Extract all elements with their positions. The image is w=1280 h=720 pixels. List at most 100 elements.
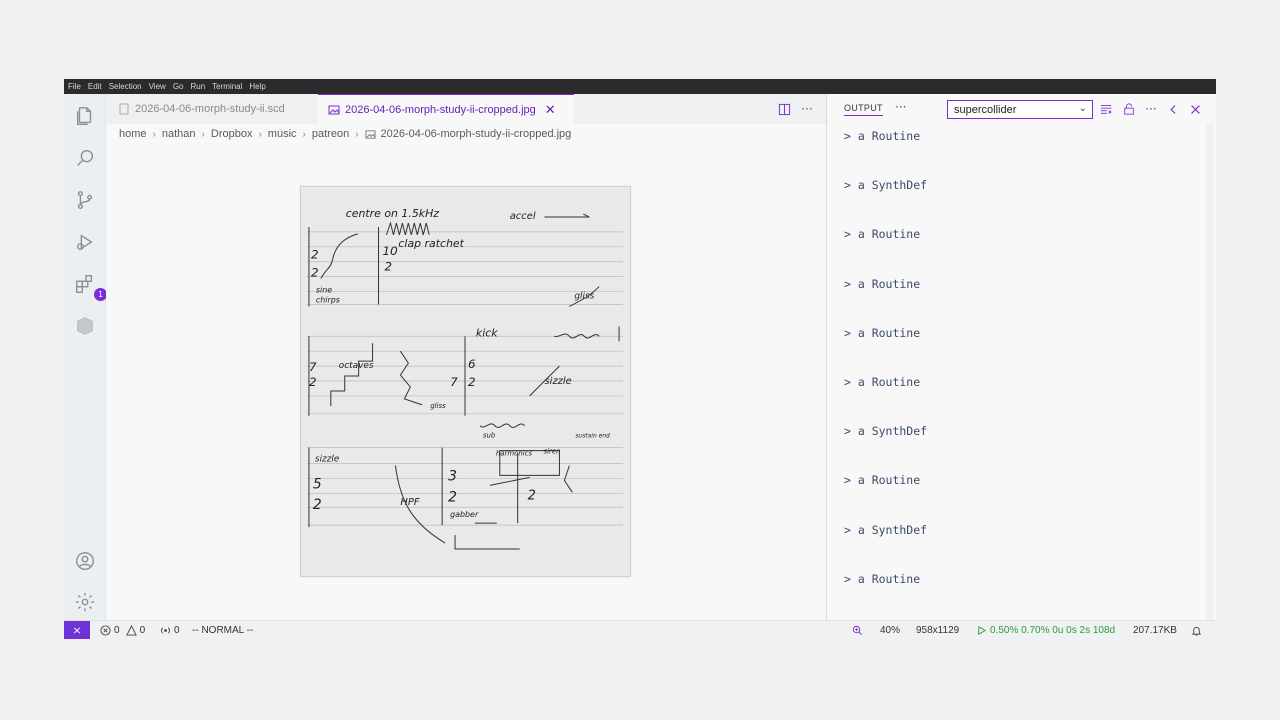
sketch-text: sine [316, 286, 332, 295]
sketch-text: chirps [316, 295, 340, 304]
chevron-right-icon: › [302, 128, 306, 140]
panel-more-icon[interactable]: ··· [895, 100, 906, 114]
sketch-image-preview[interactable]: centre on 1.5kHz accel clap ratchet 2 2 … [300, 186, 631, 577]
explorer-icon[interactable] [73, 104, 97, 128]
menu-edit[interactable]: Edit [88, 82, 102, 91]
output-line: > a SynthDef [844, 178, 928, 193]
chevron-right-icon: › [152, 128, 156, 140]
settings-gear-icon[interactable] [73, 590, 97, 614]
sketch-text: 2 [384, 260, 392, 274]
menu-view[interactable]: View [149, 82, 166, 91]
sketch-text: centre on 1.5kHz [346, 207, 440, 220]
sketch-text: 2 [313, 497, 322, 513]
broadcast-icon [161, 627, 170, 634]
editor-group: 2026-04-06-morph-study-ii.scd 2026-04-06… [106, 94, 826, 620]
split-editor-icon[interactable] [777, 102, 791, 116]
breadcrumb: home › nathan › Dropbox › music › patreon › 2… [119, 126, 571, 142]
image-file-icon [328, 105, 340, 114]
remote-indicator-icon[interactable]: ⨯ [64, 620, 90, 639]
problems-indicator[interactable]: 0 0 [100, 624, 145, 637]
vscode-window: File Edit Selection View Go Run Terminal… [64, 79, 1216, 639]
output-channel-select[interactable]: supercollider ⌄ [947, 100, 1093, 119]
sketch-text: 2 [448, 489, 457, 505]
clear-output-icon[interactable] [1099, 102, 1113, 116]
output-log[interactable]: > a Routine > a SynthDef > a Routine > a… [844, 128, 1204, 620]
breadcrumb-dropbox[interactable]: Dropbox [211, 128, 253, 140]
sketch-text: 2 [309, 375, 317, 389]
output-panel: OUTPUT ··· supercollider ⌄ ··· > a Routi… [826, 94, 1216, 620]
sketch-text: 2 [311, 248, 319, 262]
tab-label: 2026-04-06-morph-study-ii-cropped.jpg [345, 103, 536, 116]
menu-go[interactable]: Go [173, 82, 184, 91]
supercollider-icon[interactable] [73, 314, 97, 338]
sketch-text: clap ratchet [398, 237, 464, 250]
image-zoom-level[interactable]: 40% [880, 624, 900, 637]
run-debug-icon[interactable] [73, 230, 97, 254]
breadcrumb-music[interactable]: music [268, 128, 297, 140]
output-scrollbar[interactable] [1206, 124, 1214, 620]
sketch-text: gliss [574, 292, 594, 302]
menu-run[interactable]: Run [190, 82, 205, 91]
activity-bar: 1 [64, 94, 107, 620]
search-icon[interactable] [73, 146, 97, 170]
file-icon [119, 103, 129, 115]
output-line: > a Routine [844, 276, 921, 291]
chevron-right-icon: › [201, 128, 205, 140]
error-count: 0 [114, 625, 120, 636]
sketch-text: 5 [313, 476, 322, 492]
sketch-text: 3 [448, 468, 457, 484]
notifications-bell-icon[interactable] [1191, 624, 1205, 637]
breadcrumb-file[interactable]: 2026-04-06-morph-study-ii-cropped.jpg [381, 128, 572, 140]
sketch-text: sizzle [315, 455, 340, 465]
sketch-text: sizzle [545, 376, 572, 387]
close-tab-icon[interactable]: ✕ [545, 102, 556, 118]
ports-indicator[interactable]: 0 [160, 624, 180, 637]
sketch-text: kick [476, 326, 498, 339]
breadcrumb-patreon[interactable]: patreon [312, 128, 349, 140]
tab-output[interactable]: OUTPUT [844, 103, 883, 116]
tab-cropped-jpg[interactable]: 2026-04-06-morph-study-ii-cropped.jpg ✕ [318, 94, 574, 124]
image-dimensions: 958x1129 [916, 625, 960, 636]
output-line: > a SynthDef [844, 522, 928, 537]
menu-selection[interactable]: Selection [109, 82, 142, 91]
lock-scroll-icon[interactable] [1122, 102, 1136, 116]
sketch-text: HPF [400, 497, 419, 508]
sketch-text: octaves [339, 361, 374, 371]
menu-file[interactable]: File [68, 82, 81, 91]
status-bar: ⨯ 0 0 0 -- NORMAL -- 40% 958x1129 0.50% … [64, 620, 1216, 639]
editor-more-actions-icon[interactable]: ··· [799, 102, 815, 116]
sketch-text: sub [483, 432, 496, 440]
sc-server-stats: 0.50% 0.70% 0u 0s 2s 108d [990, 625, 1116, 636]
warning-icon [125, 625, 137, 636]
warning-count: 0 [139, 625, 146, 636]
tab-scd-file[interactable]: 2026-04-06-morph-study-ii.scd [106, 94, 318, 124]
output-line: > a Routine [844, 374, 921, 389]
chevron-right-icon: › [258, 128, 262, 140]
output-line: > a Routine [844, 325, 921, 340]
menu-terminal[interactable]: Terminal [212, 82, 242, 91]
chevron-right-icon: › [355, 128, 359, 140]
sketch-text: 2 [311, 266, 319, 280]
output-line: > a Routine [844, 473, 921, 488]
panel-more-actions-icon[interactable]: ··· [1144, 102, 1158, 116]
menu-help[interactable]: Help [249, 82, 265, 91]
sketch-text: harmonics [496, 450, 533, 458]
breadcrumb-home[interactable]: home [119, 128, 147, 140]
sketch-text: 7 [309, 360, 317, 374]
breadcrumb-nathan[interactable]: nathan [162, 128, 196, 140]
menu-bar: File Edit Selection View Go Run Terminal… [64, 79, 1216, 94]
output-line: > a Routine [844, 129, 921, 143]
output-line: > a SynthDef [844, 424, 928, 439]
extensions-icon[interactable]: 1 [73, 272, 107, 301]
vim-mode: -- NORMAL -- [192, 625, 254, 636]
sc-server-status[interactable]: 0.50% 0.70% 0u 0s 2s 108d [976, 624, 1115, 637]
play-icon [978, 626, 987, 635]
account-icon[interactable] [73, 549, 97, 573]
chevron-left-icon[interactable] [1166, 102, 1180, 116]
zoom-icon[interactable] [852, 624, 866, 637]
ports-count: 0 [174, 625, 180, 636]
close-panel-icon[interactable] [1188, 102, 1202, 116]
tab-bar: 2026-04-06-morph-study-ii.scd 2026-04-06… [106, 94, 826, 124]
source-control-icon[interactable] [73, 188, 97, 212]
sketch-text: gliss [430, 402, 446, 410]
